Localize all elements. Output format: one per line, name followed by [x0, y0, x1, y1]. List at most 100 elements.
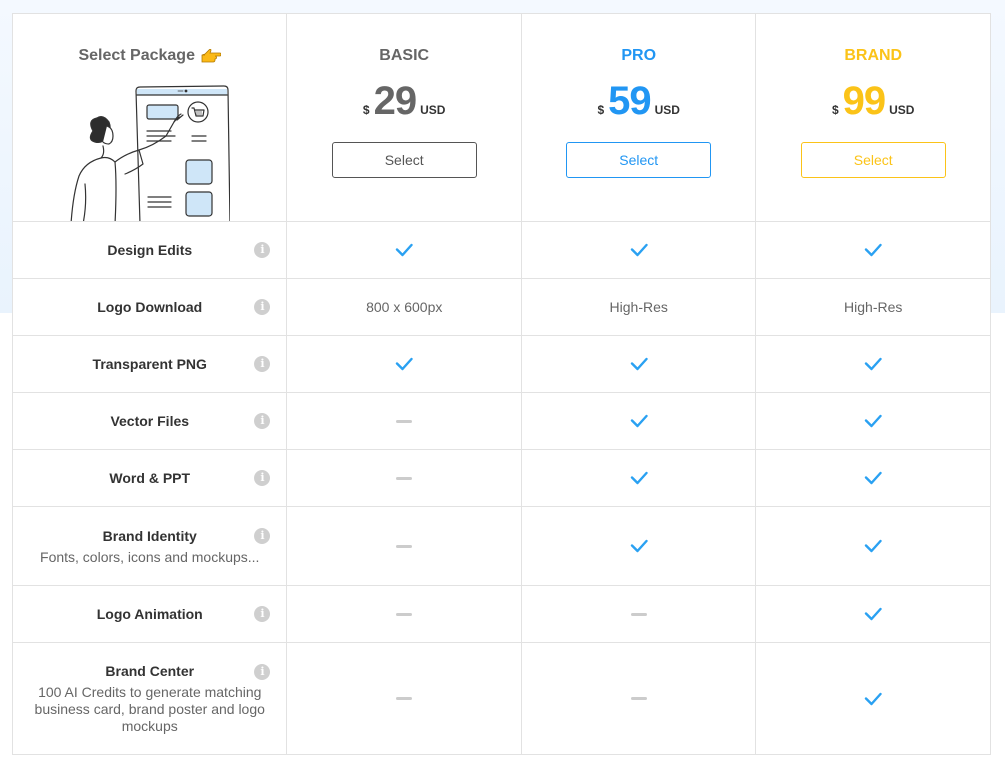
info-icon[interactable]: i — [254, 242, 271, 258]
dash-icon — [396, 419, 413, 423]
feature-name: Brand Identity — [102, 527, 197, 544]
feature-value-cell — [286, 450, 521, 506]
plan-name-basic: BASIC — [379, 47, 430, 64]
feature-value-cell — [755, 450, 990, 506]
plan-price-brand: $ 99 USD — [832, 79, 915, 123]
feature-value-cell — [286, 643, 521, 754]
select-pro-button[interactable]: Select — [566, 142, 712, 178]
feature-value-cell — [520, 643, 756, 754]
feature-value-cell — [286, 586, 521, 642]
feature-value-cell — [520, 450, 756, 506]
plan-price-basic: $ 29 USD — [363, 79, 446, 123]
check-icon — [395, 243, 413, 257]
feature-description: 100 AI Credits to generate matching busi… — [34, 684, 265, 734]
check-icon — [395, 357, 413, 371]
feature-value-cell: High-Res — [520, 279, 756, 335]
plan-pro-header: PRO $ 59 USD Select — [520, 14, 756, 221]
feature-label-cell: Transparent PNG i — [13, 336, 286, 392]
price-amount: 59 — [608, 79, 651, 123]
feature-name: Logo Animation — [96, 606, 203, 622]
feature-value-cell — [755, 336, 990, 392]
feature-name: Word & PPT — [109, 470, 191, 486]
feature-label-cell: Vector Files i — [13, 393, 286, 449]
check-icon — [864, 471, 882, 485]
person-pointing-at-shopping-cart-illustration — [70, 85, 230, 221]
info-icon[interactable]: i — [254, 413, 271, 429]
currency-code: USD — [889, 103, 915, 117]
info-icon[interactable]: i — [254, 356, 271, 372]
currency-symbol: $ — [362, 103, 370, 117]
pointing-hand-icon — [201, 49, 221, 63]
plan-basic-header: BASIC $ 29 USD Select — [286, 14, 521, 221]
check-icon — [864, 414, 882, 428]
feature-description: Fonts, colors, icons and mockups... — [40, 548, 260, 565]
feature-value-cell — [520, 507, 756, 585]
feature-value-cell — [520, 336, 756, 392]
feature-label-cell: Design Edits i — [13, 222, 286, 278]
price-amount: 29 — [373, 79, 417, 123]
pricing-table: Select Package BASIC $ 29 USD Select PRO… — [12, 13, 991, 755]
feature-value-cell — [286, 393, 521, 449]
feature-row: Vector Files i — [13, 392, 990, 449]
price-amount: 99 — [842, 79, 886, 123]
feature-value-cell — [755, 507, 990, 585]
feature-label-cell: Logo Animation i — [13, 586, 286, 642]
feature-value-cell — [755, 643, 990, 754]
dash-icon — [396, 544, 413, 548]
select-basic-button[interactable]: Select — [331, 142, 477, 178]
feature-value-cell — [755, 393, 990, 449]
info-icon[interactable]: i — [254, 470, 271, 486]
info-icon[interactable]: i — [254, 664, 271, 680]
check-icon — [864, 607, 882, 621]
check-icon — [630, 357, 648, 371]
select-package-label: Select Package — [78, 47, 195, 64]
select-package-title: Select Package — [78, 47, 221, 65]
info-icon[interactable]: i — [254, 299, 271, 315]
check-icon — [630, 414, 648, 428]
feature-row: Logo Animation i — [13, 585, 990, 642]
check-icon — [630, 471, 648, 485]
feature-label-cell: Brand Center 100 AI Credits to generate m… — [13, 643, 286, 754]
feature-value-cell — [286, 507, 521, 585]
currency-code: USD — [654, 103, 680, 117]
check-icon — [630, 243, 648, 257]
check-icon — [864, 243, 882, 257]
plan-price-pro: $ 59 USD — [597, 79, 680, 123]
dash-icon — [396, 612, 413, 616]
plan-name-brand: BRAND — [844, 47, 903, 64]
feature-label-cell: Logo Download i — [13, 279, 286, 335]
currency-symbol: $ — [597, 103, 605, 117]
feature-label-cell: Word & PPT i — [13, 450, 286, 506]
feature-name: Transparent PNG — [92, 356, 207, 372]
feature-value-cell — [520, 393, 756, 449]
currency-symbol: $ — [831, 103, 839, 117]
feature-value-cell — [286, 336, 521, 392]
feature-value-cell — [520, 586, 756, 642]
feature-value-cell — [286, 222, 521, 278]
dash-icon — [630, 697, 647, 700]
feature-row: Brand Center 100 AI Credits to generate m… — [13, 642, 990, 754]
feature-row: Logo Download i 800 x 600px High-Res High-Re… — [13, 278, 990, 335]
dash-icon — [396, 476, 413, 480]
feature-value-cell: High-Res — [755, 279, 990, 335]
check-icon — [864, 692, 882, 706]
feature-value-text: 800 x 600px — [366, 299, 443, 315]
plan-name-pro: PRO — [621, 47, 657, 64]
pricing-header-row: Select Package BASIC $ 29 USD Select PRO… — [13, 14, 990, 221]
select-brand-button[interactable]: Select — [800, 142, 946, 178]
feature-row: Design Edits i — [13, 221, 990, 278]
plan-brand-header: BRAND $ 99 USD Select — [755, 14, 990, 221]
feature-value-text: High-Res — [609, 299, 668, 315]
dash-icon — [630, 612, 647, 616]
feature-rows: Design Edits i Logo Download i 800 x 600px Hi… — [13, 221, 990, 754]
check-icon — [630, 539, 648, 553]
dash-icon — [396, 697, 413, 700]
feature-value-text: High-Res — [844, 299, 903, 315]
feature-value-cell — [520, 222, 756, 278]
feature-name: Vector Files — [110, 413, 190, 429]
info-icon[interactable]: i — [254, 606, 271, 622]
feature-row: Brand Identity Fonts, colors, icons and m… — [13, 506, 990, 585]
feature-value-cell — [755, 222, 990, 278]
feature-value-cell — [755, 586, 990, 642]
info-icon[interactable]: i — [254, 528, 271, 544]
